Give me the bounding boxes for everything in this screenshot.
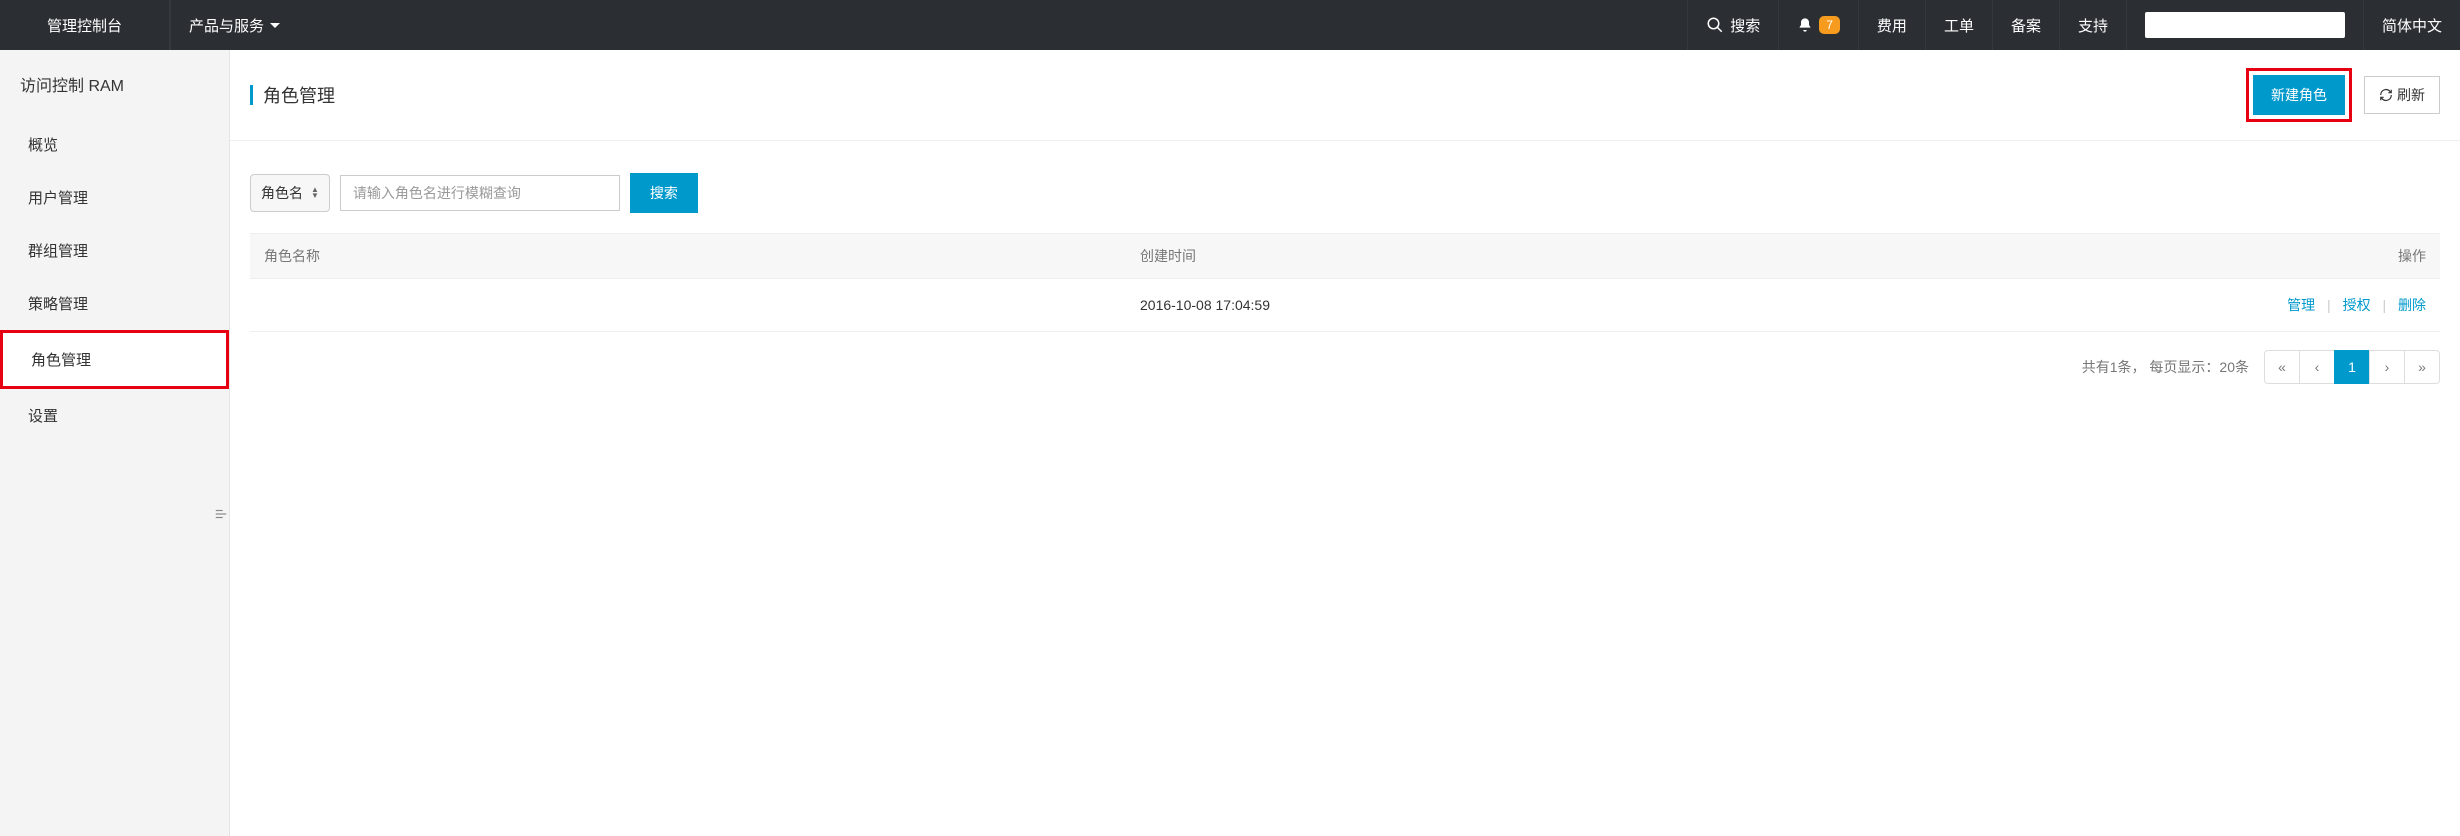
products-menu[interactable]: 产品与服务: [170, 0, 298, 50]
table-row: 2016-10-08 17:04:59 管理 | 授权 | 删除: [250, 279, 2440, 332]
sidebar-title: 访问控制 RAM: [0, 50, 229, 118]
search-label: 搜索: [1730, 15, 1760, 36]
filter-select-label: 角色名: [261, 183, 303, 203]
page-next[interactable]: ›: [2369, 350, 2405, 384]
sidebar: 访问控制 RAM 概览 用户管理 群组管理 策略管理 角色管理 设置: [0, 50, 230, 836]
page-title: 角色管理: [263, 82, 2246, 108]
caret-down-icon: [270, 23, 280, 28]
brand[interactable]: 管理控制台: [0, 0, 170, 50]
page-first[interactable]: «: [2264, 350, 2300, 384]
page-prev[interactable]: ‹: [2299, 350, 2335, 384]
collapse-icon: [214, 507, 228, 521]
search-icon: [1706, 16, 1724, 34]
page-last[interactable]: »: [2404, 350, 2440, 384]
highlight-sidebar: 角色管理: [0, 330, 229, 389]
sep: |: [2327, 297, 2331, 313]
highlight-new-role: 新建角色: [2246, 68, 2352, 122]
cell-name: [250, 279, 1126, 332]
refresh-button[interactable]: 刷新: [2364, 76, 2440, 114]
nav-item-tickets[interactable]: 工单: [1925, 0, 1992, 50]
content: 角色管理 新建角色 刷新 角色名 ▲▼ 搜索 角色名称 创建时间 操作: [230, 50, 2460, 836]
refresh-label: 刷新: [2397, 85, 2425, 105]
filter-field-select[interactable]: 角色名 ▲▼: [250, 174, 330, 212]
action-manage[interactable]: 管理: [2287, 297, 2315, 313]
filter-row: 角色名 ▲▼ 搜索: [230, 141, 2460, 233]
sidebar-item-roles[interactable]: 角色管理: [3, 333, 226, 386]
account-box: [2145, 12, 2345, 38]
sidebar-item-overview[interactable]: 概览: [0, 118, 229, 171]
refresh-icon: [2379, 88, 2393, 102]
nav-item-beian[interactable]: 备案: [1992, 0, 2059, 50]
nav-item-support[interactable]: 支持: [2059, 0, 2126, 50]
notifications[interactable]: 7: [1778, 0, 1858, 50]
action-delete[interactable]: 删除: [2398, 297, 2426, 313]
sidebar-item-groups[interactable]: 群组管理: [0, 224, 229, 277]
pagination-summary: 共有1条， 每页显示：20条: [2082, 357, 2249, 377]
filter-search-button[interactable]: 搜索: [630, 173, 698, 213]
col-actions: 操作: [2002, 234, 2440, 279]
new-role-button[interactable]: 新建角色: [2253, 75, 2345, 115]
filter-input[interactable]: [340, 175, 620, 211]
col-name: 角色名称: [250, 234, 1126, 279]
nav-item-language[interactable]: 简体中文: [2363, 0, 2460, 50]
action-authorize[interactable]: 授权: [2343, 297, 2371, 313]
page-current[interactable]: 1: [2334, 350, 2370, 384]
cell-created: 2016-10-08 17:04:59: [1126, 279, 2002, 332]
sidebar-item-settings[interactable]: 设置: [0, 389, 229, 442]
sidebar-item-users[interactable]: 用户管理: [0, 171, 229, 224]
bell-icon: [1797, 17, 1813, 33]
pager: « ‹ 1 › »: [2265, 350, 2440, 384]
title-accent-bar: [250, 85, 253, 105]
col-created: 创建时间: [1126, 234, 2002, 279]
nav-item-billing[interactable]: 费用: [1858, 0, 1925, 50]
nav-item-account[interactable]: [2126, 0, 2363, 50]
stepper-icon: ▲▼: [311, 187, 319, 199]
notifications-badge: 7: [1819, 16, 1840, 34]
global-search[interactable]: 搜索: [1687, 0, 1778, 50]
sep: |: [2382, 297, 2386, 313]
products-label: 产品与服务: [189, 15, 264, 36]
sidebar-collapse-handle[interactable]: [211, 500, 231, 528]
spacer: [298, 0, 1687, 50]
pagination: 共有1条， 每页显示：20条 « ‹ 1 › »: [230, 332, 2460, 402]
roles-table: 角色名称 创建时间 操作 2016-10-08 17:04:59 管理 | 授权…: [250, 233, 2440, 332]
sidebar-item-policies[interactable]: 策略管理: [0, 277, 229, 330]
top-nav: 管理控制台 产品与服务 搜索 7 费用 工单 备案 支持 简体中文: [0, 0, 2460, 50]
cell-actions: 管理 | 授权 | 删除: [2002, 279, 2440, 332]
page-header: 角色管理 新建角色 刷新: [230, 50, 2460, 141]
